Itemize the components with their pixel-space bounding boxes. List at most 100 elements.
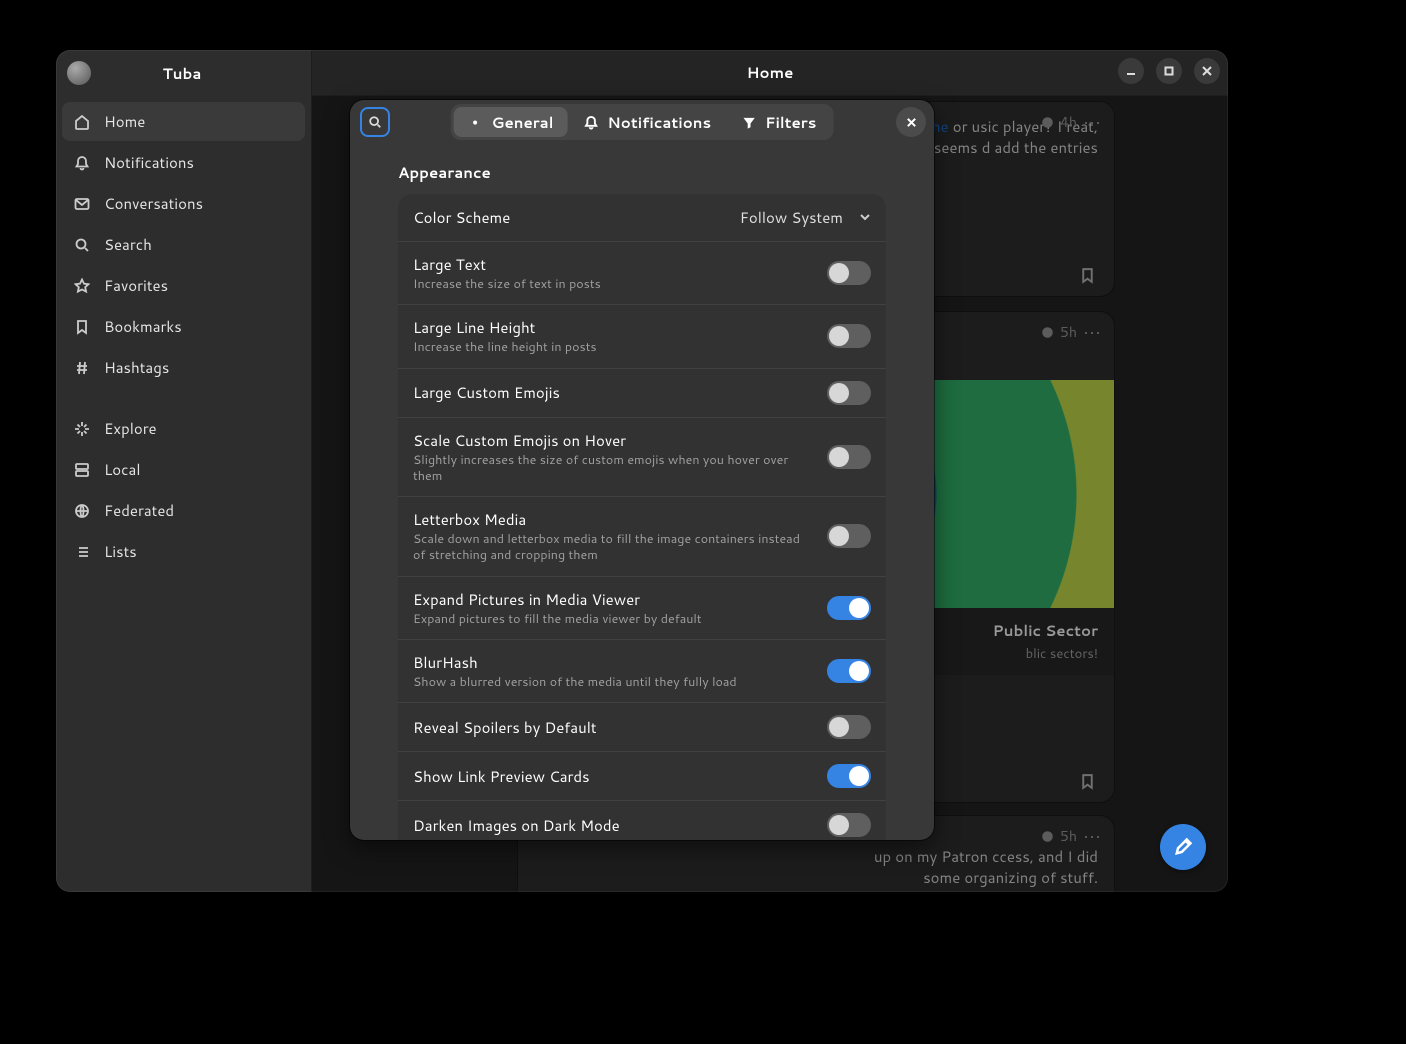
switch-scale-emojis[interactable] bbox=[827, 445, 871, 469]
sidebar-item-label: Hashtags bbox=[104, 357, 169, 378]
list-icon bbox=[74, 544, 90, 560]
home-icon bbox=[74, 114, 90, 130]
sparkle-icon bbox=[74, 421, 90, 437]
switch-darken[interactable] bbox=[827, 813, 871, 837]
dialog-header: General Notifications Filters bbox=[350, 100, 934, 144]
sidebar-item-federated[interactable]: Federated bbox=[62, 491, 305, 530]
preferences-dialog: General Notifications Filters Appearance… bbox=[350, 100, 934, 840]
sidebar-item-search[interactable]: Search bbox=[62, 225, 305, 264]
sidebar-item-conversations[interactable]: Conversations bbox=[62, 184, 305, 223]
row-expand-pics: Expand Pictures in Media ViewerExpand pi… bbox=[398, 577, 886, 640]
switch-large-emojis[interactable] bbox=[827, 381, 871, 405]
row-color-scheme[interactable]: Color Scheme Follow System bbox=[398, 194, 886, 242]
dialog-body: Appearance Color Scheme Follow System La… bbox=[350, 144, 934, 840]
primary-nav: Home Notifications Conversations Search … bbox=[56, 96, 311, 577]
sidebar-item-explore[interactable]: Explore bbox=[62, 409, 305, 448]
search-icon bbox=[74, 237, 90, 253]
switch-link-cards[interactable] bbox=[827, 764, 871, 788]
close-icon bbox=[906, 117, 917, 128]
sidebar-item-label: Favorites bbox=[104, 275, 168, 296]
sidebar-item-label: Lists bbox=[104, 541, 137, 562]
view-switcher: General Notifications Filters bbox=[451, 104, 834, 140]
star-icon bbox=[74, 278, 90, 294]
row-large-line-height: Large Line HeightIncrease the line heigh… bbox=[398, 305, 886, 368]
row-title: BlurHash bbox=[413, 652, 815, 673]
row-large-emojis: Large Custom Emojis bbox=[398, 369, 886, 418]
row-link-cards: Show Link Preview Cards bbox=[398, 752, 886, 801]
row-title: Expand Pictures in Media Viewer bbox=[413, 589, 815, 610]
bell-icon bbox=[74, 155, 90, 171]
switch-blurhash[interactable] bbox=[827, 659, 871, 683]
main-header: Home bbox=[312, 50, 1228, 96]
row-scale-emojis: Scale Custom Emojis on HoverSlightly inc… bbox=[398, 418, 886, 498]
row-subtitle: Slightly increases the size of custom em… bbox=[413, 452, 815, 485]
sidebar-header: Tuba bbox=[56, 50, 311, 96]
sidebar-item-label: Federated bbox=[104, 500, 174, 521]
section-title-appearance: Appearance bbox=[398, 162, 886, 183]
filter-icon bbox=[741, 115, 756, 130]
switch-large-line-height[interactable] bbox=[827, 324, 871, 348]
row-title: Reveal Spoilers by Default bbox=[413, 717, 815, 738]
row-subtitle: Increase the line height in posts bbox=[413, 339, 815, 355]
tab-filters[interactable]: Filters bbox=[727, 107, 830, 137]
switch-expand-pics[interactable] bbox=[827, 596, 871, 620]
sidebar-item-label: Notifications bbox=[104, 152, 194, 173]
sidebar: Tuba Home Notifications Conversations Se… bbox=[56, 50, 312, 892]
dialog-close-button[interactable] bbox=[896, 107, 926, 137]
nav-spacer bbox=[62, 389, 305, 407]
maximize-button[interactable] bbox=[1156, 58, 1182, 84]
preferences-search-button[interactable] bbox=[360, 107, 390, 137]
minimize-button[interactable] bbox=[1118, 58, 1144, 84]
sidebar-item-home[interactable]: Home bbox=[62, 102, 305, 141]
row-subtitle: Scale down and letterbox media to fill t… bbox=[413, 531, 815, 564]
color-scheme-value: Follow System bbox=[740, 207, 843, 228]
row-title: Letterbox Media bbox=[413, 509, 815, 530]
tab-label: General bbox=[492, 112, 554, 133]
sidebar-item-lists[interactable]: Lists bbox=[62, 532, 305, 571]
sidebar-item-bookmarks[interactable]: Bookmarks bbox=[62, 307, 305, 346]
compose-button[interactable] bbox=[1160, 824, 1206, 870]
tab-notifications[interactable]: Notifications bbox=[569, 107, 725, 137]
page-title: Home bbox=[747, 62, 794, 83]
row-reveal-spoilers: Reveal Spoilers by Default bbox=[398, 703, 886, 752]
switch-large-text[interactable] bbox=[827, 261, 871, 285]
server-icon bbox=[74, 462, 90, 478]
row-title: Show Link Preview Cards bbox=[413, 766, 815, 787]
row-title: Large Custom Emojis bbox=[413, 382, 815, 403]
close-button[interactable] bbox=[1194, 58, 1220, 84]
app-title: Tuba bbox=[99, 63, 265, 84]
compose-icon bbox=[1173, 837, 1193, 857]
switch-reveal-spoilers[interactable] bbox=[827, 715, 871, 739]
row-subtitle: Increase the size of text in posts bbox=[413, 276, 815, 292]
row-subtitle: Show a blurred version of the media unti… bbox=[413, 674, 815, 690]
row-title: Darken Images on Dark Mode bbox=[413, 815, 815, 836]
hash-icon bbox=[74, 360, 90, 376]
row-title: Large Text bbox=[413, 254, 815, 275]
switch-letterbox[interactable] bbox=[827, 524, 871, 548]
sidebar-item-label: Local bbox=[104, 459, 140, 480]
sidebar-item-label: Bookmarks bbox=[104, 316, 182, 337]
row-large-text: Large TextIncrease the size of text in p… bbox=[398, 242, 886, 305]
menu-button[interactable] bbox=[273, 58, 303, 88]
tab-label: Filters bbox=[765, 112, 816, 133]
avatar[interactable] bbox=[67, 61, 91, 85]
gear-icon bbox=[468, 115, 483, 130]
sidebar-item-hashtags[interactable]: Hashtags bbox=[62, 348, 305, 387]
sidebar-item-favorites[interactable]: Favorites bbox=[62, 266, 305, 305]
row-blurhash: BlurHashShow a blurred version of the me… bbox=[398, 640, 886, 703]
row-title: Scale Custom Emojis on Hover bbox=[413, 430, 815, 451]
bookmark-icon bbox=[74, 319, 90, 335]
tab-label: Notifications bbox=[607, 112, 711, 133]
search-icon bbox=[368, 115, 382, 129]
row-letterbox: Letterbox MediaScale down and letterbox … bbox=[398, 497, 886, 577]
window-controls bbox=[1118, 58, 1220, 84]
row-title: Large Line Height bbox=[413, 317, 815, 338]
globe-icon bbox=[74, 503, 90, 519]
sidebar-item-notifications[interactable]: Notifications bbox=[62, 143, 305, 182]
tab-general[interactable]: General bbox=[454, 107, 568, 137]
sidebar-item-local[interactable]: Local bbox=[62, 450, 305, 489]
sidebar-item-label: Search bbox=[104, 234, 152, 255]
sidebar-item-label: Explore bbox=[104, 418, 157, 439]
row-darken: Darken Images on Dark Mode bbox=[398, 801, 886, 840]
row-subtitle: Expand pictures to fill the media viewer… bbox=[413, 611, 815, 627]
